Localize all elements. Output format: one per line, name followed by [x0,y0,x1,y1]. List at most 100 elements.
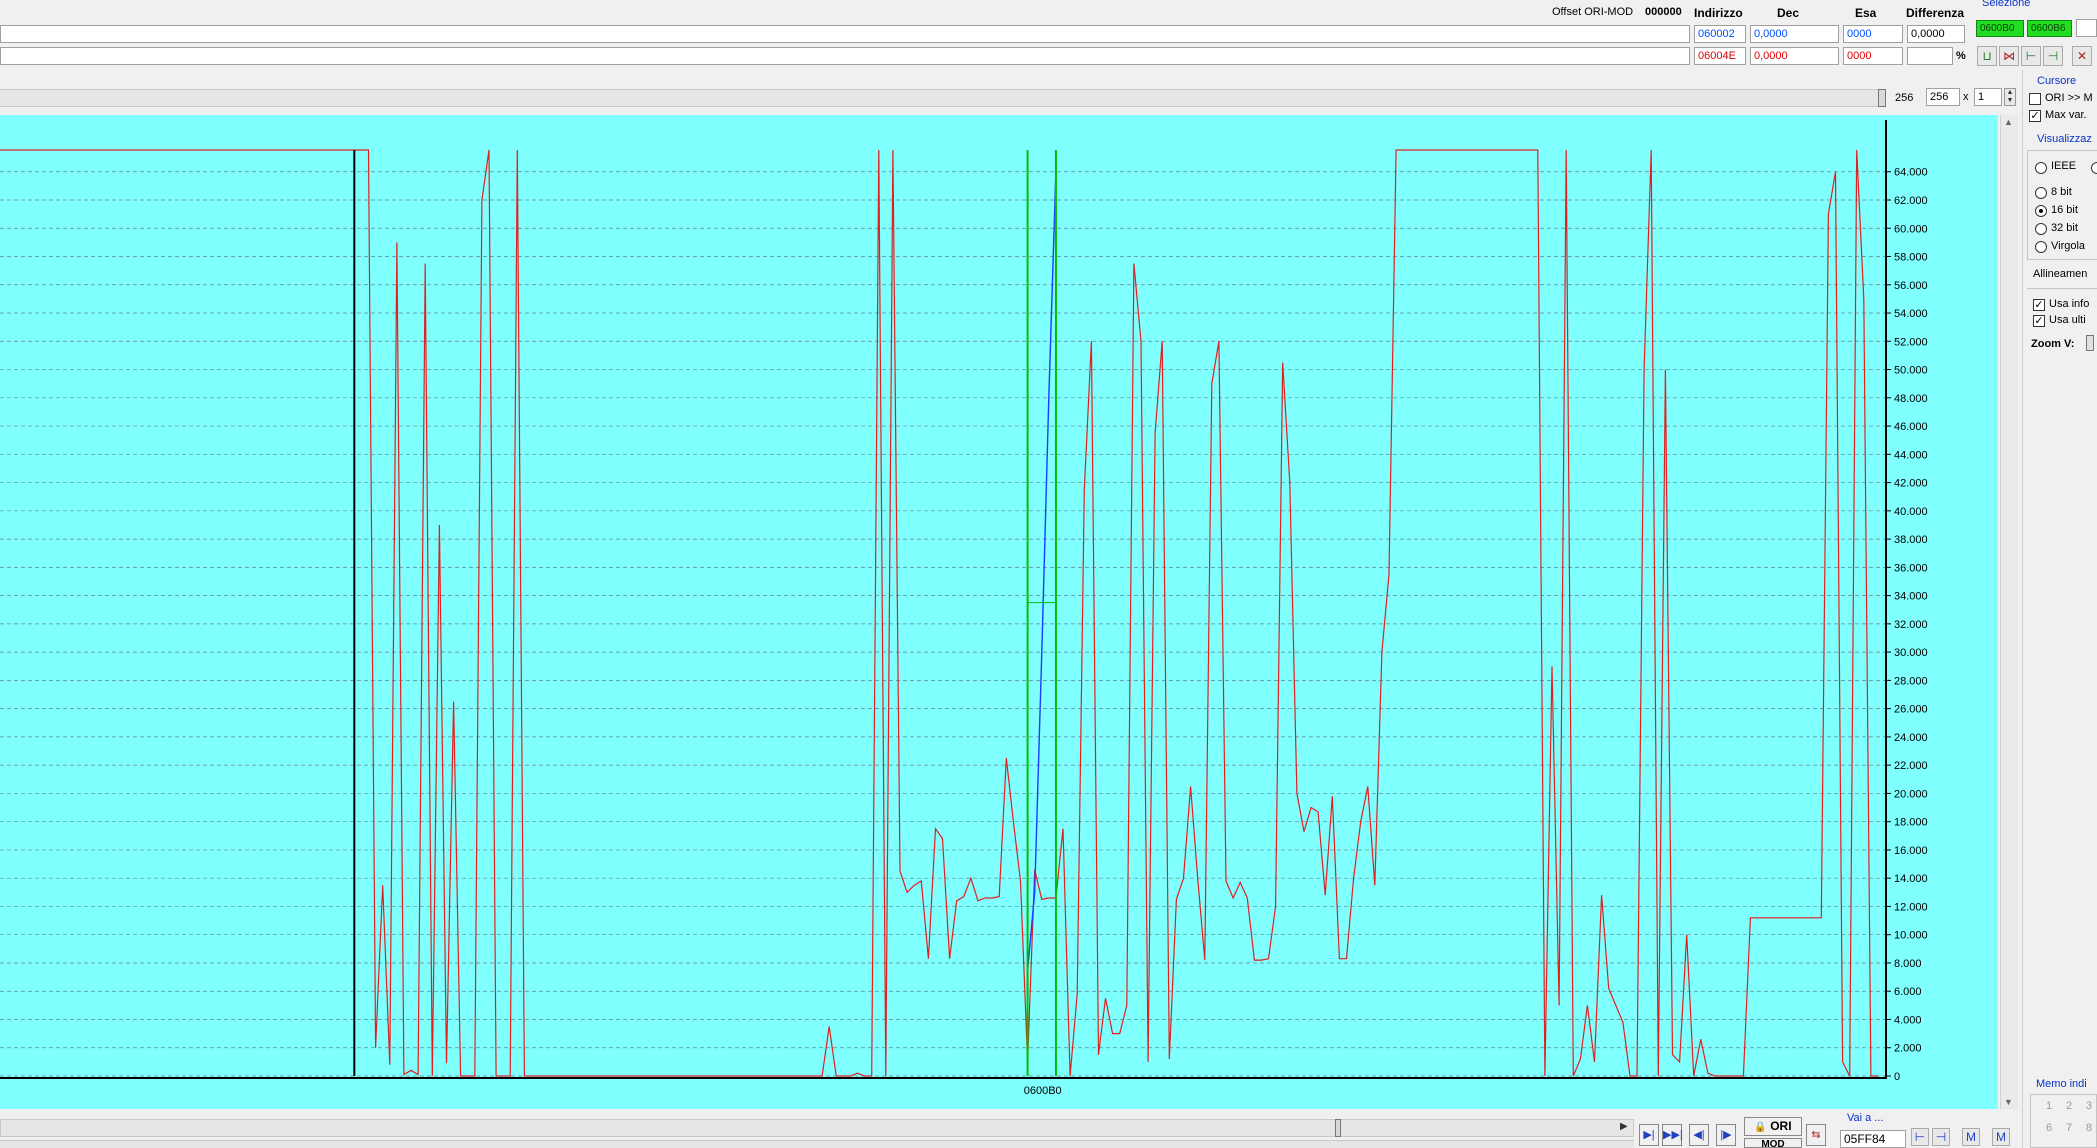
ori-esa-field[interactable]: 0000 [1843,25,1903,43]
selezione-title: Selezione [1982,0,2031,9]
y-tick-label: 26.000 [1894,704,1928,716]
nav-last-icon[interactable]: ▶▶| [1662,1124,1683,1146]
chart-vscroll[interactable]: ▲ ▼ [2000,115,2018,1109]
col-esa: Esa [1855,6,1877,20]
memo-add-icon[interactable]: M [1962,1128,1980,1146]
mod-button[interactable]: MOD [1744,1138,1802,1148]
percent-sign: % [1956,50,1966,62]
zoom-slider-thumb[interactable] [1878,89,1886,107]
zoom-multiplier-input[interactable]: 1 [1974,88,2002,106]
y-tick-label: 20.000 [1894,788,1928,800]
radio-32bit[interactable] [2035,223,2047,235]
mod-dec-field[interactable]: 0,0000 [1750,47,1839,65]
horizontal-scrollbar[interactable] [0,1119,1634,1137]
vai-a-address-field[interactable]: 05FF84 [1840,1130,1906,1148]
y-tick-label: 30.000 [1894,647,1928,659]
nav-step-forward-icon[interactable]: ▶| [1639,1124,1659,1146]
diff-field[interactable]: 0,0000 [1907,25,1965,43]
y-tick-label: 0 [1894,1071,1900,1083]
select-clear-icon[interactable]: ✕ [2072,46,2092,66]
max-var-checkbox[interactable]: ✓ [2029,110,2041,122]
memo-slot-8[interactable]: 8 [2086,1122,2092,1134]
usa-ulti-checkbox[interactable]: ✓ [2033,315,2045,327]
zoom-track[interactable] [0,89,1884,107]
select-range-icon[interactable]: ⊢ [2021,46,2041,66]
nav-forward-icon[interactable]: |▶ [1716,1124,1736,1146]
radio-virgola[interactable] [2035,241,2047,253]
ori-series-line [0,149,1878,1077]
y-tick-label: 32.000 [1894,619,1928,631]
y-tick-label: 16.000 [1894,845,1928,857]
ori-dec-field[interactable]: 0,0000 [1750,25,1839,43]
lock-icon: 🔒 [1754,1122,1767,1133]
y-tick-label: 36.000 [1894,562,1928,574]
col-indirizzo: Indirizzo [1694,6,1743,20]
y-tick-label: 6.000 [1894,986,1922,998]
select-start-icon[interactable]: ⊔ [1977,46,1997,66]
mod-text-field[interactable] [0,47,1690,65]
allineamento-label: Allineamen [2033,268,2088,280]
y-tick-label: 40.000 [1894,506,1928,518]
y-tick-label: 12.000 [1894,901,1928,913]
percent-field[interactable] [1907,47,1953,65]
radio-8bit[interactable] [2035,187,2047,199]
ori-text-field[interactable] [0,25,1690,43]
zoom-v-slider[interactable] [2086,335,2094,351]
y-tick-label: 54.000 [1894,308,1928,320]
y-tick-label: 46.000 [1894,421,1928,433]
memo-slot-3[interactable]: 3 [2086,1100,2092,1112]
y-tick-label: 42.000 [1894,478,1928,490]
y-tick-label: 8.000 [1894,958,1922,970]
y-tick-label: 34.000 [1894,591,1928,603]
ori-button[interactable]: 🔒 ORI [1744,1117,1802,1136]
mod-esa-field[interactable]: 0000 [1843,47,1903,65]
ori-mod-checkbox[interactable] [2029,93,2041,105]
selezione-start[interactable]: 0600B0 [1976,20,2024,37]
allineamento-divider [2027,288,2097,289]
memo-title: Memo indi [2036,1078,2087,1090]
radio-ieee-label: IEEE [2051,160,2077,172]
y-tick-label: 14.000 [1894,873,1928,885]
series-lines [0,149,1878,1077]
cursore-title: Cursore [2037,75,2077,87]
selezione-extra-field[interactable] [2076,19,2097,37]
memo-slot-6[interactable]: 6 [2046,1122,2052,1134]
offset-label: Offset ORI-MOD [1552,6,1634,18]
ori-mod-label: ORI >> M [2045,92,2093,104]
radio-8bit-label: 8 bit [2051,186,2072,198]
zoom-multiplier-spinner[interactable]: ▲ ▼ [2004,88,2016,106]
y-tick-label: 4.000 [1894,1014,1922,1026]
memo-go-icon[interactable]: M [1992,1128,2010,1146]
swap-icon[interactable]: ⇆ [1806,1124,1826,1146]
plot-area[interactable]: 0 2.000 4.000 6.000 8.000 10.000 12.000 14.000 1… [0,115,1998,1109]
ori-address-field[interactable]: 060002 [1694,25,1746,43]
scroll-down-icon[interactable]: ▼ [2004,1097,2013,1107]
zoom-width-input[interactable]: 256 [1926,88,1960,106]
max-var-label: Max var. [2045,109,2087,121]
memo-slot-1[interactable]: 1 [2046,1100,2052,1112]
goto-start-icon[interactable]: ⊢ [1911,1128,1929,1146]
hscroll-thumb[interactable] [1335,1119,1341,1137]
nav-step-back-icon[interactable]: ◀| [1689,1124,1709,1146]
radio-ieee-alt[interactable] [2091,162,2097,174]
memo-slot-2[interactable]: 2 [2066,1100,2072,1112]
usa-info-checkbox[interactable]: ✓ [2033,299,2045,311]
select-end-icon[interactable]: ⊣ [2043,46,2063,66]
mod-address-field[interactable]: 06004E [1694,47,1746,65]
y-tick-label: 24.000 [1894,732,1928,744]
hscroll-right-icon[interactable]: ▶ [1620,1121,1628,1132]
radio-ieee[interactable] [2035,162,2047,174]
memo-slot-7[interactable]: 7 [2066,1122,2072,1134]
col-dec: Dec [1777,6,1800,20]
goto-end-icon[interactable]: ⊣ [1932,1128,1950,1146]
zoom-v-label: Zoom V: [2031,338,2075,350]
select-mid-icon[interactable]: ⋈ [1999,46,2019,66]
radio-16bit[interactable] [2035,205,2047,217]
radio-16bit-label: 16 bit [2051,204,2078,216]
hscroll-lower[interactable] [0,1140,1634,1148]
visualizza-title: Visualizzaz [2037,133,2092,145]
line-chart: 0 2.000 4.000 6.000 8.000 10.000 12.000 14.000 1… [0,120,1928,1097]
y-tick-label: 10.000 [1894,930,1928,942]
scroll-up-icon[interactable]: ▲ [2004,117,2013,127]
selezione-end[interactable]: 0600B6 [2027,20,2072,37]
